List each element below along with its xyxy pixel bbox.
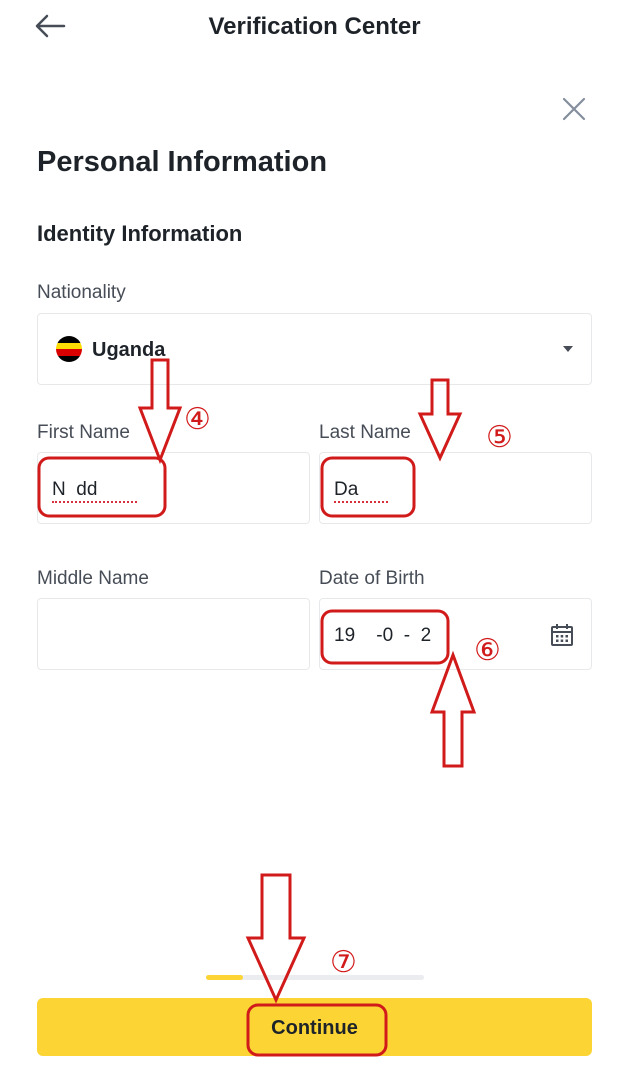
middle-name-label: Middle Name bbox=[37, 568, 149, 589]
date-of-birth-label: Date of Birth bbox=[319, 568, 425, 589]
annotation-step-5: ⑤ bbox=[486, 420, 513, 455]
nationality-value: Uganda bbox=[92, 339, 166, 361]
date-of-birth-field[interactable]: 19 -0 - 2 bbox=[319, 598, 592, 670]
section-title: Personal Information bbox=[37, 146, 328, 178]
annotation-step-7: ⑦ bbox=[330, 945, 357, 980]
continue-button-label: Continue bbox=[271, 1017, 358, 1039]
first-name-field[interactable]: N dd bbox=[37, 452, 310, 524]
progress-bar bbox=[206, 975, 424, 980]
last-name-value: Da bbox=[334, 479, 389, 503]
first-name-value: N dd bbox=[52, 479, 138, 503]
last-name-field[interactable]: Da bbox=[319, 452, 592, 524]
annotation-step-6: ⑥ bbox=[474, 633, 501, 668]
annotation-step-4: ④ bbox=[184, 402, 211, 437]
date-of-birth-value: 19 -0 - 2 bbox=[334, 625, 432, 646]
last-name-label: Last Name bbox=[319, 422, 411, 443]
progress-fill bbox=[206, 975, 244, 980]
nationality-label: Nationality bbox=[37, 282, 126, 303]
calendar-icon[interactable] bbox=[550, 623, 574, 647]
uganda-flag-icon bbox=[56, 336, 82, 362]
annotation-arrow-5 bbox=[417, 378, 463, 462]
annotation-arrow-7 bbox=[245, 873, 307, 1004]
section-subtitle: Identity Information bbox=[37, 221, 243, 246]
annotation-arrow-6 bbox=[429, 650, 477, 768]
chevron-down-icon bbox=[563, 346, 573, 352]
nationality-select[interactable]: Uganda bbox=[37, 313, 592, 385]
middle-name-field[interactable] bbox=[37, 598, 310, 670]
first-name-label: First Name bbox=[37, 422, 130, 443]
close-icon[interactable] bbox=[560, 95, 588, 123]
page-title: Verification Center bbox=[208, 13, 421, 40]
continue-button[interactable]: Continue bbox=[37, 998, 592, 1056]
